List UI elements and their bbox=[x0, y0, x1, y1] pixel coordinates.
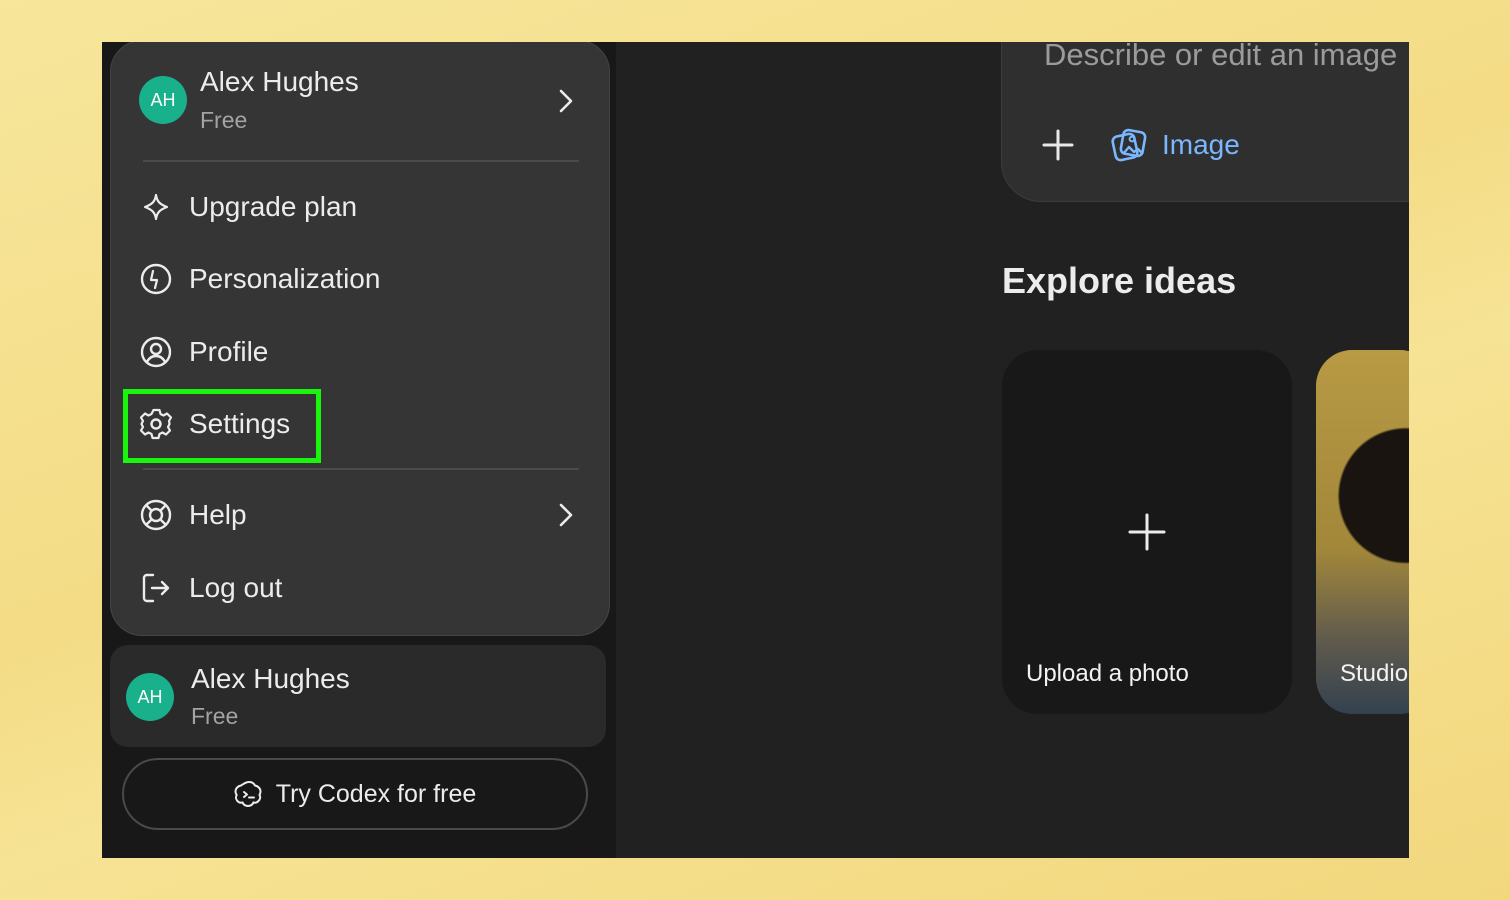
menu-divider bbox=[143, 160, 579, 162]
menu-account-row[interactable]: AH Alex Hughes Free bbox=[111, 42, 609, 159]
idea-card-label: Upload a photo bbox=[1026, 660, 1189, 687]
menu-item-label: Personalization bbox=[189, 263, 381, 294]
prompt-box[interactable]: Describe or edit an image Image bbox=[1001, 42, 1409, 202]
account-menu: AH Alex Hughes Free Upgrade plan Persona… bbox=[110, 42, 610, 636]
menu-item-help[interactable]: Help bbox=[139, 485, 579, 545]
idea-card-label: Studio bbox=[1340, 660, 1409, 687]
add-attachment-button[interactable] bbox=[1040, 127, 1076, 163]
try-codex-button[interactable]: Try Codex for free bbox=[122, 758, 588, 830]
sidebar-account[interactable]: AH Alex Hughes Free bbox=[110, 645, 606, 747]
menu-item-personalization[interactable]: Personalization bbox=[139, 249, 579, 309]
explore-title: Explore ideas bbox=[1002, 260, 1237, 301]
account-name: Alex Hughes bbox=[191, 663, 350, 694]
account-plan: Free bbox=[191, 703, 239, 729]
account-name: Alex Hughes bbox=[200, 66, 359, 97]
chevron-right-icon bbox=[559, 89, 573, 113]
codex-icon bbox=[234, 780, 262, 808]
try-codex-label: Try Codex for free bbox=[275, 779, 477, 808]
avatar: AH bbox=[126, 673, 174, 721]
settings-highlight-box bbox=[123, 389, 321, 463]
sparkle-icon bbox=[139, 190, 173, 224]
plus-icon bbox=[1042, 129, 1074, 161]
personalization-icon bbox=[139, 262, 173, 296]
account-plan: Free bbox=[200, 107, 248, 133]
idea-card-studio[interactable]: Studio bbox=[1316, 350, 1409, 714]
app-window: Describe or edit an image Image Explore … bbox=[102, 42, 1409, 858]
plus-icon bbox=[1128, 513, 1166, 551]
sidebar: AH Alex Hughes Free Try Codex for free A… bbox=[102, 42, 616, 858]
menu-item-label: Help bbox=[189, 499, 247, 530]
menu-item-label: Profile bbox=[189, 336, 269, 367]
menu-item-profile[interactable]: Profile bbox=[139, 322, 579, 382]
menu-divider bbox=[143, 468, 579, 470]
menu-item-label: Upgrade plan bbox=[189, 191, 358, 222]
main-area: Describe or edit an image Image Explore … bbox=[616, 42, 1409, 858]
avatar: AH bbox=[139, 76, 187, 124]
menu-item-upgrade-plan[interactable]: Upgrade plan bbox=[139, 177, 579, 237]
menu-item-log-out[interactable]: Log out bbox=[139, 558, 579, 618]
profile-icon bbox=[139, 335, 173, 369]
menu-item-label: Log out bbox=[189, 572, 283, 603]
chevron-right-icon bbox=[559, 503, 573, 527]
images-icon bbox=[1111, 128, 1147, 162]
idea-card-upload[interactable]: Upload a photo bbox=[1002, 350, 1292, 714]
image-button[interactable]: Image bbox=[1110, 121, 1240, 169]
logout-icon bbox=[139, 571, 173, 605]
lifebuoy-icon bbox=[139, 498, 173, 532]
prompt-placeholder[interactable]: Describe or edit an image bbox=[1044, 42, 1397, 73]
image-button-label: Image bbox=[1162, 129, 1240, 160]
